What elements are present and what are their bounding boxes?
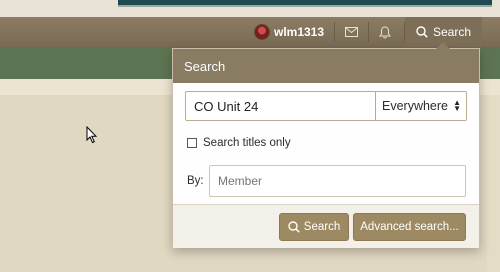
username: wlm1313	[274, 25, 325, 39]
search-submit-label: Search	[303, 221, 341, 233]
search-icon	[288, 221, 300, 233]
search-scope-value: Everywhere	[382, 99, 448, 113]
envelope-icon	[344, 27, 358, 37]
by-label: By:	[187, 175, 204, 187]
bell-icon	[379, 25, 391, 38]
mouse-cursor-icon	[86, 126, 98, 144]
search-dropdown-title: Search	[173, 49, 479, 83]
inbox-button[interactable]	[334, 17, 368, 47]
banner-divider	[118, 5, 492, 7]
titles-only-label: Search titles only	[203, 137, 291, 149]
keywords-row: Everywhere ▲▼	[185, 91, 467, 121]
avatar	[254, 24, 270, 40]
search-icon	[416, 26, 428, 38]
search-scope-select[interactable]: Everywhere ▲ ▼	[375, 91, 467, 121]
alerts-button[interactable]	[368, 17, 402, 47]
keywords-input[interactable]	[185, 91, 375, 121]
user-account-link[interactable]: wlm1313	[248, 17, 330, 47]
search-submit-button[interactable]: Search	[279, 213, 349, 241]
titles-only-checkbox[interactable]	[187, 138, 197, 148]
member-row: By:	[187, 165, 467, 197]
search-dropdown: Search Everywhere ▲▼ Search titles only …	[172, 42, 480, 248]
nav-search-label: Search	[432, 25, 472, 39]
search-dropdown-footer: Search Advanced search...	[173, 204, 479, 248]
top-strip	[0, 0, 500, 17]
member-input[interactable]	[209, 165, 466, 197]
advanced-search-label: Advanced search...	[360, 221, 459, 233]
titles-only-option[interactable]: Search titles only	[187, 137, 291, 149]
select-caret-icon: ▲ ▼	[453, 98, 461, 113]
advanced-search-button[interactable]: Advanced search...	[353, 213, 466, 241]
